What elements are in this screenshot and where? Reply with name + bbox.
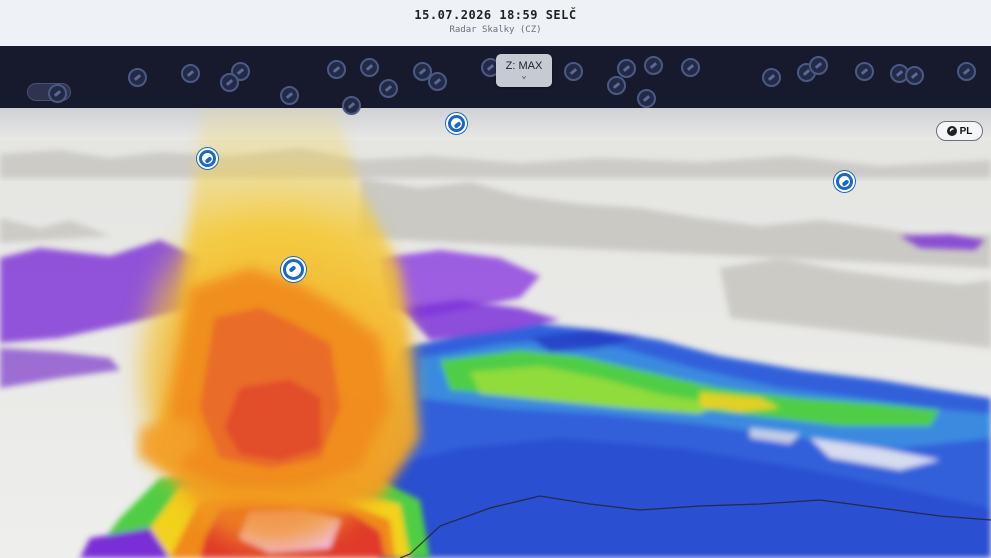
radar-site-icon[interactable]	[197, 148, 218, 169]
ghost-radar-site-icon	[379, 79, 398, 98]
radar-name: Radar Skalky (CZ)	[449, 25, 542, 35]
ghost-radar-site-icon	[681, 58, 700, 77]
ghost-radar-site-icon	[957, 62, 976, 81]
ghost-radar-site-icon	[342, 96, 361, 115]
ghost-radar-site-icon	[360, 58, 379, 77]
ghost-radar-site-icon	[905, 66, 924, 85]
ghost-radar-site-icon	[428, 72, 447, 91]
radar-site-icon	[946, 126, 957, 136]
ghost-radar-site-icon	[564, 62, 583, 81]
ghost-radar-site-icon	[48, 84, 67, 103]
ghost-radar-site-icon	[607, 76, 626, 95]
ghost-radar-site-icon	[762, 68, 781, 87]
radar-site-icon[interactable]	[446, 113, 467, 134]
radar-site-icon[interactable]	[281, 257, 306, 282]
chevron-down-icon: ⌄	[521, 71, 527, 81]
ghost-radar-site-icon	[128, 68, 147, 87]
country-label: PL	[959, 125, 973, 137]
ghost-radar-site-icon	[637, 89, 656, 108]
ghost-radar-site-icon	[809, 56, 828, 75]
ghost-radar-site-icon	[617, 59, 636, 78]
radar-site-icon[interactable]	[834, 171, 855, 192]
header-bar: 15.07.2026 18:59 SELČ Radar Skalky (CZ)	[0, 0, 991, 47]
ghost-radar-site-icon	[644, 56, 663, 75]
country-pl-button[interactable]: PL	[936, 121, 983, 141]
ghost-radar-site-icon	[280, 86, 299, 105]
product-label: Z: MAX	[505, 60, 543, 72]
ghost-radar-site-icon	[327, 60, 346, 79]
ghost-radar-site-icon	[181, 64, 200, 83]
timestamp: 15.07.2026 18:59 SELČ	[414, 8, 577, 22]
ghost-radar-site-icon	[220, 73, 239, 92]
ghost-radar-site-icon	[855, 62, 874, 81]
product-selector-button[interactable]: Z: MAX ⌄	[496, 54, 552, 87]
